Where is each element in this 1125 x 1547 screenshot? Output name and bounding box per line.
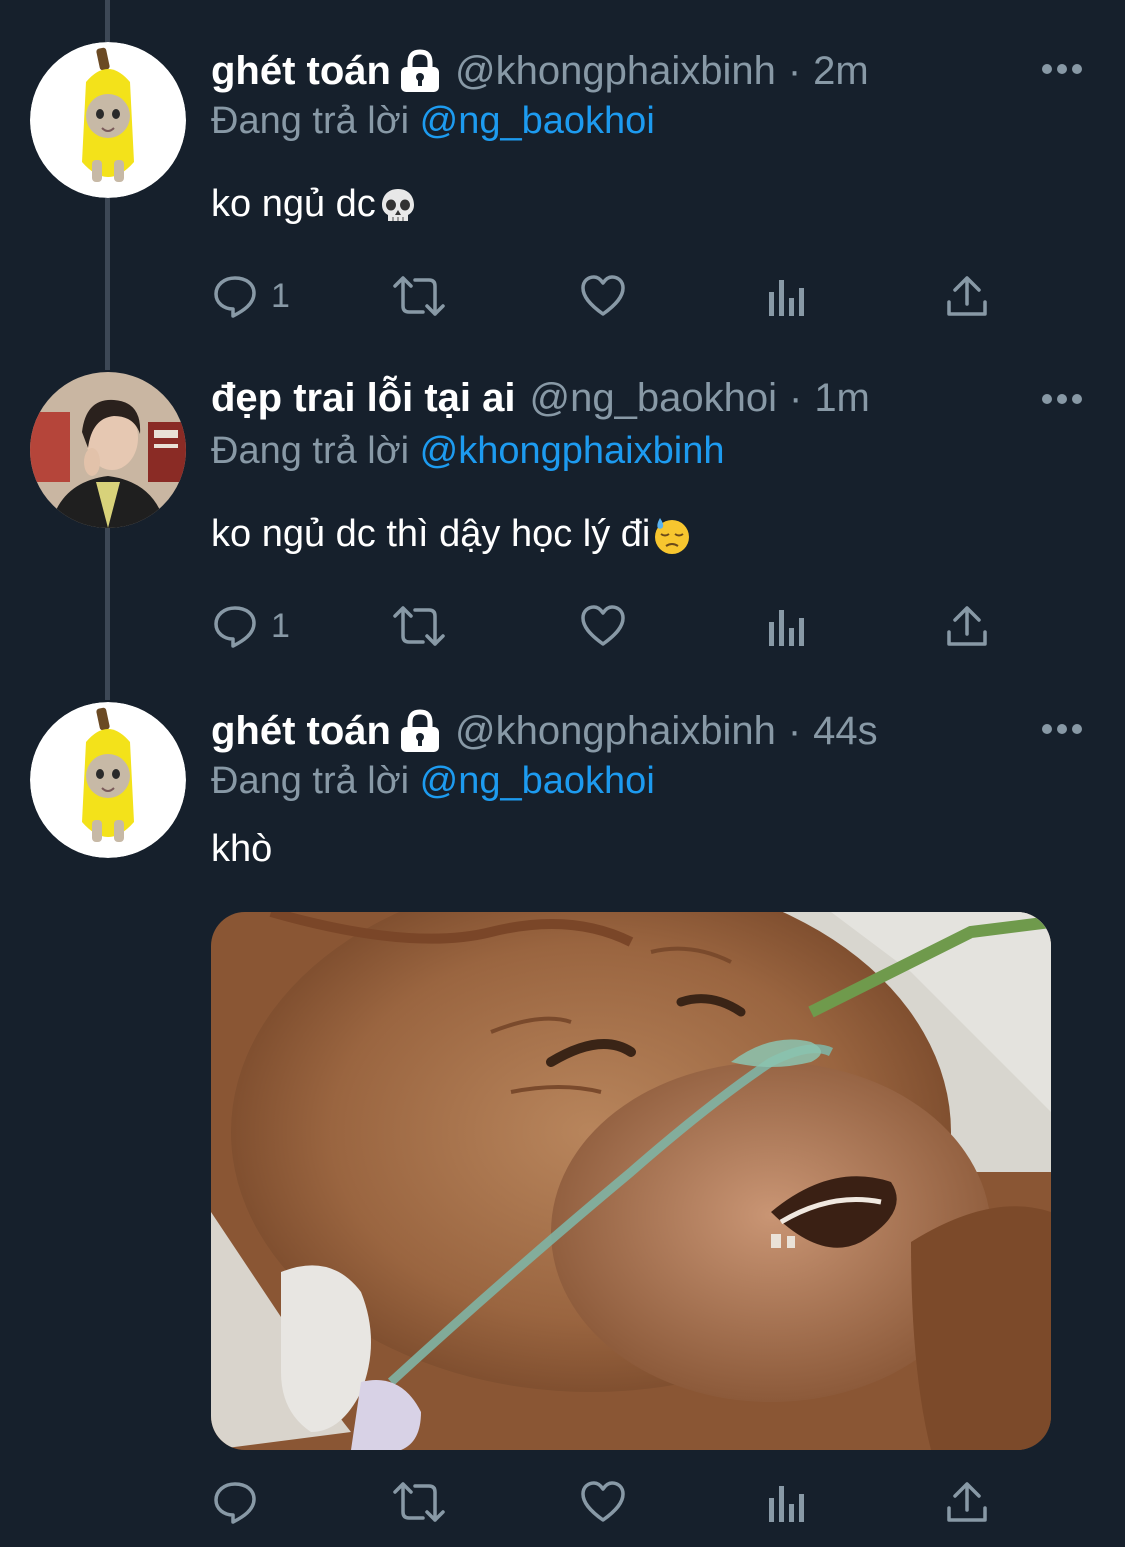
analytics-button[interactable] [765, 266, 809, 326]
analytics-icon [769, 1486, 804, 1522]
like-button[interactable] [579, 1472, 627, 1532]
separator-dot: · [788, 375, 803, 420]
display-name[interactable]: đẹp trai lỗi tại ai [211, 376, 516, 421]
tweet-body: ko ngủ dc thì dậy học lý đi [211, 513, 651, 555]
avatar-banana-cat[interactable] [30, 702, 186, 858]
like-icon [581, 1481, 625, 1522]
tweet-actions: 1 [211, 596, 1031, 656]
tweet-actions: 1 [211, 266, 1031, 326]
user-handle[interactable]: @khongphaixbinh [455, 709, 776, 754]
reply-icon [214, 606, 256, 648]
replying-to-line: Đang trả lời @ng_baokhoi [211, 760, 655, 803]
reply-icon [214, 276, 256, 318]
share-icon [947, 606, 987, 646]
tweet-header: ghét toán @khongphaixbinh · 2m [211, 43, 869, 99]
skull-icon [381, 188, 414, 221]
analytics-button[interactable] [765, 1472, 809, 1532]
display-name[interactable]: ghét toán [211, 709, 391, 754]
tweet-1[interactable]: ghét toán @khongphaixbinh · 2m Đang trả … [0, 0, 1125, 340]
user-handle[interactable]: @ng_baokhoi [530, 376, 777, 421]
reply-button[interactable] [211, 1472, 271, 1532]
timestamp[interactable]: 44s [813, 709, 878, 754]
user-handle[interactable]: @khongphaixbinh [455, 49, 776, 94]
retweet-button[interactable] [391, 266, 447, 326]
tweet-body: ko ngủ dc [211, 183, 376, 225]
share-button[interactable] [945, 1472, 989, 1532]
more-options-icon[interactable] [1040, 722, 1084, 736]
more-options-icon[interactable] [1040, 62, 1084, 76]
replying-to-link[interactable]: @khongphaixbinh [420, 430, 725, 472]
reply-button[interactable]: 1 [211, 596, 290, 656]
tweet-text: ko ngủ dc [211, 183, 418, 226]
separator-dot: · [787, 48, 802, 93]
lock-icon [400, 49, 439, 92]
reply-icon [214, 1482, 256, 1524]
share-icon [947, 1482, 987, 1522]
share-button[interactable] [945, 266, 989, 326]
timestamp[interactable]: 1m [814, 376, 870, 421]
replying-to-label: Đang trả lời [211, 760, 410, 802]
analytics-icon [769, 610, 804, 646]
display-name[interactable]: ghét toán [211, 49, 391, 94]
retweet-icon [393, 276, 445, 316]
retweet-icon [393, 606, 445, 646]
tweet-media-image[interactable] [211, 912, 1051, 1450]
reply-button[interactable]: 1 [211, 266, 290, 326]
replying-to-link[interactable]: @ng_baokhoi [420, 760, 655, 802]
tweet-actions [211, 1472, 1031, 1532]
retweet-button[interactable] [391, 1472, 447, 1532]
replying-to-line: Đang trả lời @khongphaixbinh [211, 430, 724, 473]
avatar-banana-cat[interactable] [30, 42, 186, 198]
reply-count: 1 [271, 276, 290, 315]
like-button[interactable] [579, 596, 627, 656]
analytics-icon [769, 280, 804, 316]
retweet-button[interactable] [391, 596, 447, 656]
replying-to-label: Đang trả lời [211, 430, 410, 472]
lock-icon [400, 709, 439, 752]
avatar-young-man[interactable] [30, 372, 186, 528]
like-icon [581, 275, 625, 316]
tweet-body: khò [211, 828, 273, 870]
tweet-header: đẹp trai lỗi tại ai @ng_baokhoi · 1m [211, 370, 870, 426]
downcast-sweat-face-icon [655, 517, 690, 554]
timestamp[interactable]: 2m [813, 49, 869, 94]
tweet-text: ko ngủ dc thì dậy học lý đi [211, 513, 692, 556]
sleeping-orangutan-photo [211, 912, 1051, 1450]
reply-count: 1 [271, 606, 290, 645]
more-options-icon[interactable] [1040, 392, 1084, 406]
like-icon [581, 605, 625, 646]
like-button[interactable] [579, 266, 627, 326]
tweet-header: ghét toán @khongphaixbinh · 44s [211, 703, 878, 759]
replying-to-line: Đang trả lời @ng_baokhoi [211, 100, 655, 143]
tweet-text: khò [211, 828, 272, 871]
replying-to-label: Đang trả lời [211, 100, 410, 142]
tweet-2[interactable]: đẹp trai lỗi tại ai @ng_baokhoi · 1m Đan… [0, 330, 1125, 670]
share-button[interactable] [945, 596, 989, 656]
separator-dot: · [787, 708, 802, 753]
retweet-icon [393, 1482, 445, 1522]
replying-to-link[interactable]: @ng_baokhoi [420, 100, 655, 142]
analytics-button[interactable] [765, 596, 809, 656]
share-icon [947, 276, 987, 316]
